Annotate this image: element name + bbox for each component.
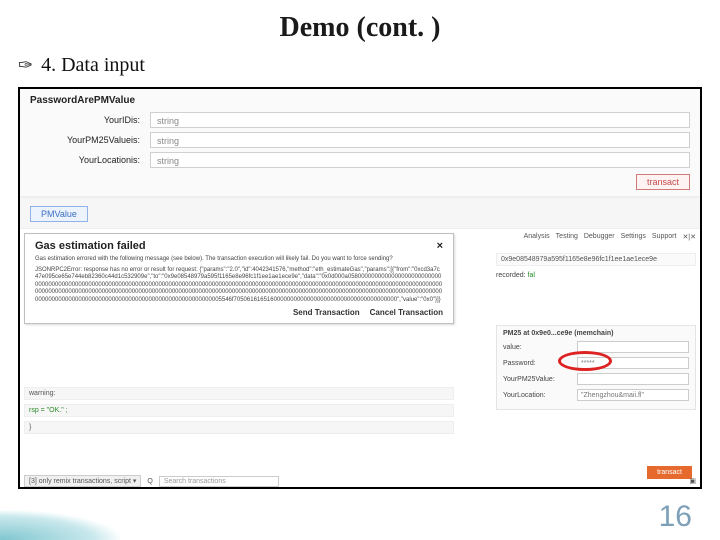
bottom-bar: [3] only remix transactions, script ▾ Q … — [24, 475, 696, 487]
input-pm25[interactable]: string — [150, 132, 690, 148]
modal-message: Gas estimation errored with the followin… — [35, 256, 443, 264]
modal-actions: Send Transaction Cancel Transaction — [35, 308, 443, 317]
expand-icon[interactable]: ▣ — [689, 477, 696, 485]
page-number: 16 — [659, 500, 692, 534]
transact-row: transact — [30, 172, 690, 194]
pm25-pm25value-label: YourPM25Value: — [503, 376, 573, 383]
lower-area: Analysis Testing Debugger Settings Suppo… — [20, 229, 700, 489]
pm25-value-label: value: — [503, 344, 573, 351]
send-transaction-button[interactable]: Send Transaction — [293, 308, 360, 317]
pm25-location-field[interactable]: "Zhengzhou&maii.fl" — [577, 389, 689, 401]
cancel-transaction-button[interactable]: Cancel Transaction — [370, 308, 443, 317]
form-row-id: YourIDis: string — [30, 112, 690, 128]
swirl-icon: ✑ — [18, 55, 33, 76]
recorded-label: recorded: fal — [496, 272, 696, 279]
label-your-id: YourIDis: — [30, 115, 150, 125]
pm25-password-label: Password: — [503, 360, 573, 367]
console-ok: rsp = "OK." ; — [24, 404, 454, 417]
transact-button[interactable]: transact — [636, 174, 690, 190]
modal-close-button[interactable]: × — [437, 240, 443, 252]
slide-accent-icon — [0, 510, 120, 540]
tab-testing[interactable]: Testing — [556, 233, 578, 241]
input-location[interactable]: string — [150, 152, 690, 168]
tx-filter-select[interactable]: [3] only remix transactions, script ▾ — [24, 475, 141, 487]
console-area: warning: rsp = "OK." ; } — [24, 387, 454, 438]
label-location: YourLocationis: — [30, 155, 150, 165]
form-row-location: YourLocationis: string — [30, 152, 690, 168]
pm25-pm25value-field[interactable] — [577, 373, 689, 385]
tab-support[interactable]: Support — [652, 233, 677, 241]
console-warning: warning: — [24, 387, 454, 400]
pm25-title: PM25 at 0x9e0...ce9e (memchain) — [503, 330, 689, 337]
screenshot-box: PasswordArePMValue YourIDis: string Your… — [18, 87, 702, 489]
pm25-password-field[interactable]: ***** — [577, 357, 689, 369]
tab-settings[interactable]: Settings — [621, 233, 646, 241]
bullet-row: ✑ 4. Data input — [0, 50, 720, 87]
pm25-panel: PM25 at 0x9e0...ce9e (memchain) value: P… — [496, 325, 696, 410]
tab-debugger[interactable]: Debugger — [584, 233, 615, 241]
form-row-pm25: YourPM25Valueis: string — [30, 132, 690, 148]
side-address: 0x9e08548979a595f1165e8e96fc1f1ee1ae1ece… — [496, 253, 696, 266]
input-your-id[interactable]: string — [150, 112, 690, 128]
tab-analysis[interactable]: Analysis — [524, 233, 550, 241]
modal-error-detail: JSONRPC2Error: response has no error or … — [35, 267, 443, 305]
pmvalue-row: PMValue — [20, 197, 700, 229]
gas-estimation-modal: Gas estimation failed × Gas estimation e… — [24, 233, 454, 324]
console-brace: } — [24, 421, 454, 434]
search-input[interactable]: Search transactions — [159, 476, 279, 487]
pm25-value-field[interactable] — [577, 341, 689, 353]
search-icon: Q — [147, 478, 152, 485]
modal-title: Gas estimation failed — [35, 240, 146, 252]
form-panel-title: PasswordArePMValue — [30, 95, 690, 106]
pmvalue-button[interactable]: PMValue — [30, 206, 88, 222]
close-icon[interactable]: ✕|✕ — [682, 233, 696, 241]
modal-body: Gas estimation errored with the followin… — [35, 256, 443, 304]
label-pm25: YourPM25Valueis: — [30, 135, 150, 145]
remix-tabs: Analysis Testing Debugger Settings Suppo… — [524, 233, 696, 241]
slide-title: Demo (cont. ) — [0, 0, 720, 50]
bullet-text: 4. Data input — [41, 54, 145, 77]
pm25-location-label: YourLocation: — [503, 392, 573, 399]
side-panel: 0x9e08548979a595f1165e8e96fc1f1ee1ae1ece… — [496, 253, 696, 281]
form-panel: PasswordArePMValue YourIDis: string Your… — [20, 89, 700, 197]
